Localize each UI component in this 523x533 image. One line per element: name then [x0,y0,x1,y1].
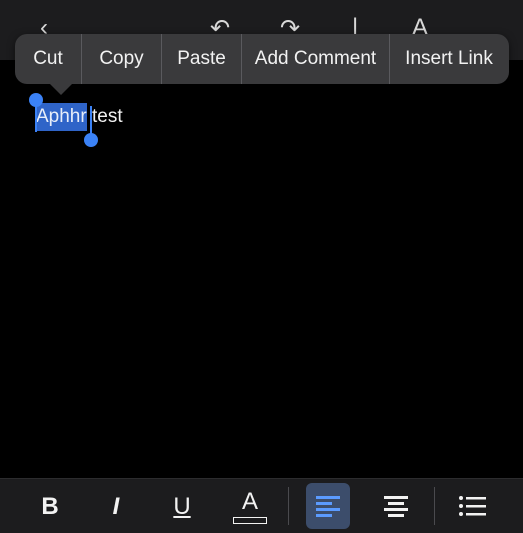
italic-button[interactable]: I [96,485,136,529]
align-center-icon [384,496,408,517]
bullet-list-button[interactable] [452,485,492,529]
context-menu-pointer [50,84,72,95]
format-toolbar: B I U A [0,478,523,533]
add-comment-menu-item[interactable]: Add Comment [242,34,389,84]
text-color-button[interactable]: A [230,485,270,529]
text-color-swatch [233,517,267,524]
cut-menu-item[interactable]: Cut [15,34,81,84]
toolbar-divider [434,487,435,525]
bullet-list-icon [459,496,486,516]
selected-text[interactable]: Aphhr [36,103,87,131]
context-menu: Cut Copy Paste Add Comment Insert Link [15,34,509,84]
toolbar-divider [288,487,289,525]
bold-button[interactable]: B [30,485,70,529]
document-text[interactable]: test [87,106,123,127]
insert-link-menu-item[interactable]: Insert Link [390,34,508,84]
text-color-label: A [241,488,258,515]
selection-end-bar [90,106,92,134]
underline-button[interactable]: U [162,485,202,529]
selection-end-handle-icon[interactable] [84,133,98,147]
align-left-icon [316,496,340,517]
copy-menu-item[interactable]: Copy [82,34,161,84]
paste-menu-item[interactable]: Paste [162,34,241,84]
align-left-button[interactable] [306,485,350,529]
document-body[interactable]: Aphhr test [36,103,123,131]
align-center-button[interactable] [374,485,418,529]
selection-start-bar [35,104,37,132]
